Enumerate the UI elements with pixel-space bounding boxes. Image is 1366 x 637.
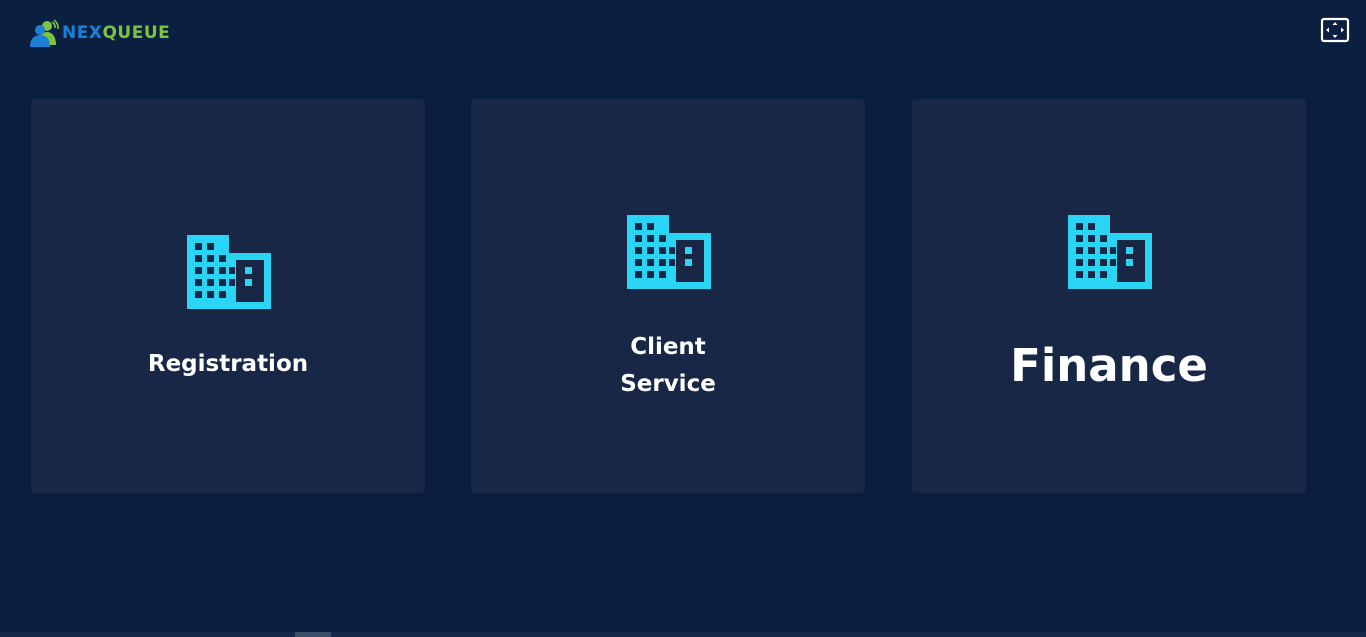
scrollbar-thumb[interactable] — [295, 632, 331, 637]
fullscreen-button[interactable] — [1320, 17, 1350, 43]
card-finance[interactable]: Finance — [912, 99, 1306, 493]
card-label-registration: Registration — [147, 351, 309, 377]
card-client-service[interactable]: Client Service — [471, 99, 865, 493]
brand-name: NEXQUEUE — [62, 23, 170, 43]
header-bar: NEXQUEUE — [0, 0, 1366, 62]
brand-prefix: NEX — [62, 23, 103, 43]
brand-suffix: QUEUE — [102, 23, 171, 43]
building-icon — [1068, 215, 1152, 289]
building-icon — [187, 235, 271, 309]
fullscreen-icon — [1320, 17, 1350, 43]
people-logo-icon — [30, 19, 59, 47]
horizontal-scrollbar[interactable] — [0, 632, 1366, 637]
building-icon — [627, 215, 711, 289]
card-label-line-2: Service — [620, 371, 716, 397]
department-cards: Registration Client Service Finance — [31, 99, 1307, 493]
card-label-line-1: Client — [630, 334, 706, 360]
nexqueue-logo: NEXQUEUE — [30, 19, 170, 47]
card-label-finance: Finance — [1010, 339, 1208, 392]
card-registration[interactable]: Registration — [31, 99, 425, 493]
card-label-client-service: Client Service — [471, 329, 865, 403]
